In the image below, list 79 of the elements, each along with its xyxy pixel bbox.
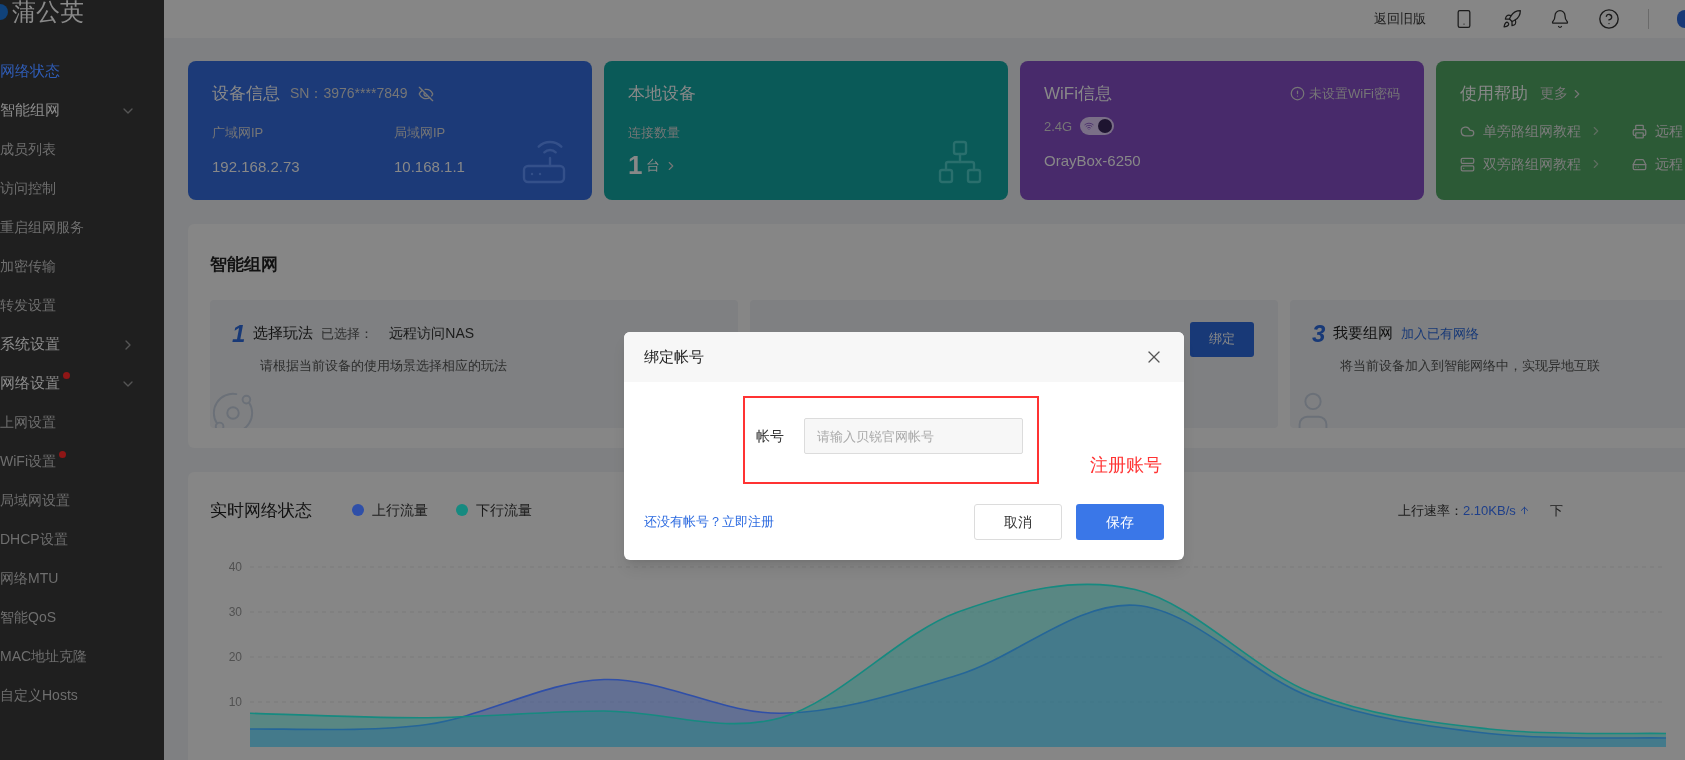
nav-item[interactable]: DHCP设置 [0,520,164,559]
nav-item[interactable]: 重启组网服务 [0,208,164,247]
wifi-toggle[interactable] [1080,117,1115,136]
wifi-icon [1084,121,1095,132]
nav-item[interactable]: 转发设置 [0,286,164,325]
step-description: 将当前设备加入到智能网络中，实现异地互联 [1340,356,1600,375]
alert-icon [1290,86,1305,102]
rate-label: 上行速率： [1398,501,1463,520]
back-link[interactable]: 返回旧版 [1374,9,1426,29]
drive-icon [1632,156,1647,172]
join-network-link[interactable]: 加入已有网络 [1401,323,1480,344]
field-label: 连接数量 [628,123,681,142]
logo-icon [0,4,8,20]
step-title: 我要组网 [1333,323,1394,344]
help-link[interactable]: 远程 [1632,120,1685,142]
field-label: 广域网IP [212,123,265,142]
printer-icon [1632,123,1647,139]
serial-number: SN：3976****7849 [290,84,408,104]
eye-closed-icon[interactable] [417,85,434,102]
field-label: 局域网IP [394,123,447,142]
rocket-icon[interactable] [1502,9,1522,29]
step-value: 远程访问NAS [389,324,475,343]
bind-button[interactable]: 绑定 [1190,321,1254,357]
count-unit: 台 [646,156,661,175]
network-icon [936,138,984,186]
field-value: 10.168.1.1 [394,157,465,177]
legend-label: 下行流量 [476,500,532,520]
nav-item[interactable]: 网络状态 [0,52,164,91]
nav-item[interactable]: 成员列表 [0,130,164,169]
bell-icon[interactable] [1550,9,1570,29]
nav-item[interactable]: MAC地址克隆 [0,637,164,676]
register-link[interactable]: 还没有帐号？立即注册 [644,512,774,532]
nav-item[interactable]: 智能组网 [0,91,164,130]
nav-item[interactable]: 局域网设置 [0,481,164,520]
nav-item[interactable]: 系统设置 [0,325,164,364]
device-count: 1 [628,149,643,182]
card-title: 本地设备 [628,84,696,103]
help-link[interactable]: 双旁路组网教程 [1460,153,1632,175]
avatar[interactable] [1677,10,1685,28]
help-link[interactable]: 单旁路组网教程 [1460,120,1632,142]
rate-label: 下 [1549,501,1563,520]
step-description: 请根据当前设备的使用场景选择相应的玩法 [260,356,507,375]
nav-item[interactable]: 加密传输 [0,247,164,286]
field-value: 192.168.2.73 [212,157,301,177]
annotation-label: 注册账号 [1090,454,1162,477]
cloud-icon [1460,123,1475,139]
router-icon [520,138,568,186]
band-label: 2.4G [1044,117,1073,136]
nav-item[interactable]: 访问控制 [0,169,164,208]
server-icon [1460,156,1475,172]
wifi-name: OrayBox-6250 [1044,151,1142,171]
dialog-title: 绑定帐号 [644,346,704,367]
logo-text: 蒲公英 [12,0,84,24]
legend-label: 上行流量 [372,500,428,520]
arrow-up-icon [1518,504,1530,516]
card-title: 使用帮助 [1460,83,1528,105]
wifi-warning: 未设置WiFi密码 [1309,85,1400,103]
step-title: 选择玩法 [253,323,314,344]
account-input[interactable]: 请输入贝锐官网帐号 [803,418,1023,454]
nav-item[interactable]: 上网设置 [0,403,164,442]
rate-value: 2.10KB/s [1463,501,1516,520]
card-title: 设备信息 [212,83,280,105]
nav-item[interactable]: 网络MTU [0,559,164,598]
step-note: 已选择： [321,324,374,343]
help-icon[interactable] [1598,8,1620,30]
nav-item[interactable]: WiFi设置 [0,442,164,481]
cancel-button[interactable]: 取消 [974,504,1062,540]
card-title: WiFi信息 [1044,83,1112,105]
help-link[interactable]: 远程 [1632,153,1685,175]
step-number: 1 [232,321,246,346]
step-number: 3 [1312,321,1326,346]
nav-item[interactable]: 网络设置 [0,364,164,403]
field-label: 帐号 [755,426,784,446]
more-link[interactable]: 更多 [1540,83,1584,105]
nav-item[interactable]: 自定义Hosts [0,676,164,715]
section-title: 实时网络状态 [210,499,312,522]
save-button[interactable]: 保存 [1076,504,1164,540]
section-title: 智能组网 [210,254,279,276]
nav-item[interactable]: 智能QoS [0,598,164,637]
